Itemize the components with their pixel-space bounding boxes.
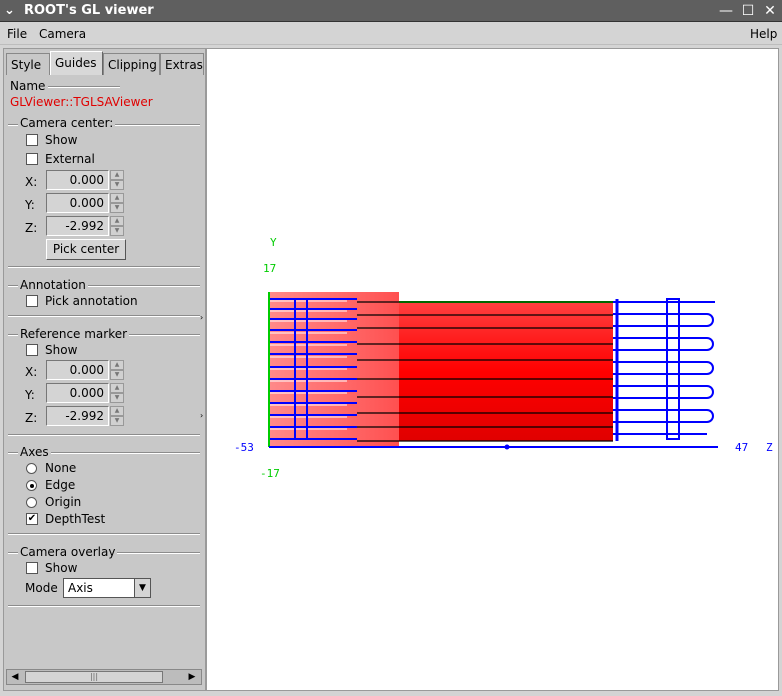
- camera-center-show-checkbox[interactable]: [26, 134, 38, 146]
- splitter-arrow-icon[interactable]: ›: [200, 411, 203, 420]
- reference-marker-show-label: Show: [45, 343, 78, 357]
- depthtest-label: DepthTest: [45, 512, 106, 526]
- camera-center-y-field[interactable]: 0.000: [46, 193, 109, 213]
- tab-style[interactable]: Style: [6, 53, 50, 75]
- annotation-frame-bottom: [8, 315, 200, 317]
- z-max-label: 47: [735, 441, 748, 454]
- panel-horizontal-scrollbar[interactable]: ◀ ||| ▶: [6, 669, 202, 685]
- z-min-label: -53: [234, 441, 254, 454]
- axes-origin-radio[interactable]: [26, 497, 37, 508]
- editor-panel: Style Guides Clipping Extras Name GLView…: [3, 48, 206, 691]
- detector-scene: Y 17 -17 -53 47 Z: [234, 236, 773, 480]
- camera-center-z-field[interactable]: -2.992: [46, 216, 109, 236]
- tab-clipping[interactable]: Clipping: [103, 53, 160, 75]
- red-detector-body: [399, 302, 613, 441]
- y-max-label: 17: [263, 262, 276, 275]
- camera-center-title: Camera center:: [18, 116, 116, 130]
- menu-file[interactable]: File: [7, 27, 27, 41]
- camera-overlay-show-label: Show: [45, 561, 78, 575]
- reference-marker-y-field[interactable]: 0.000: [46, 383, 109, 403]
- y-axis-label: Y: [270, 236, 277, 249]
- camera-center-x-field[interactable]: 0.000: [46, 170, 109, 190]
- name-label: Name: [10, 79, 46, 93]
- menu-bar: File Camera Help: [0, 23, 782, 45]
- tab-extras[interactable]: Extras: [160, 53, 204, 75]
- window-title: ROOT's GL viewer: [24, 3, 154, 18]
- depthtest-checkbox[interactable]: ✔: [26, 513, 38, 525]
- camera-overlay-mode-value: Axis: [68, 581, 93, 595]
- camera-center-z-label: Z:: [25, 221, 38, 235]
- reference-marker-y-label: Y:: [25, 388, 35, 402]
- y-min-label: -17: [260, 467, 280, 480]
- reference-marker-y-spinner[interactable]: ▲ ▼: [110, 383, 124, 403]
- splitter-arrow-icon[interactable]: ›: [200, 313, 203, 322]
- camera-center-x-label: X:: [25, 175, 38, 189]
- camera-center-y-spinner[interactable]: ▲ ▼: [110, 193, 124, 213]
- camera-center-external-label: External: [45, 152, 95, 166]
- camera-center-show-label: Show: [45, 133, 78, 147]
- viewer-name-value: GLViewer::TGLSAViewer: [10, 95, 153, 109]
- title-bar: ⌄ ROOT's GL viewer — ☐ ✕: [0, 0, 782, 22]
- z-axis-label: Z: [766, 441, 773, 454]
- scroll-right-icon[interactable]: ▶: [185, 671, 199, 683]
- reference-marker-x-spinner[interactable]: ▲ ▼: [110, 360, 124, 380]
- minimize-icon[interactable]: —: [716, 1, 736, 21]
- close-icon[interactable]: ✕: [760, 1, 780, 21]
- menu-help[interactable]: Help: [750, 27, 777, 41]
- camera-overlay-mode-label: Mode: [25, 581, 58, 595]
- reference-marker-show-checkbox[interactable]: [26, 344, 38, 356]
- reference-marker-z-label: Z:: [25, 411, 38, 425]
- camera-overlay-title: Camera overlay: [18, 545, 118, 559]
- gl-viewport[interactable]: Y 17 -17 -53 47 Z: [206, 48, 779, 691]
- reference-marker-z-spinner[interactable]: ▲ ▼: [110, 406, 124, 426]
- camera-center-frame-bottom: [8, 266, 200, 268]
- pick-center-button[interactable]: Pick center: [46, 239, 126, 260]
- reference-marker-x-field[interactable]: 0.000: [46, 360, 109, 380]
- axes-edge-radio[interactable]: [26, 480, 37, 491]
- reference-marker-x-label: X:: [25, 365, 38, 379]
- tab-guides[interactable]: Guides: [50, 51, 103, 75]
- axes-none-label: None: [45, 461, 77, 475]
- axes-none-radio[interactable]: [26, 463, 37, 474]
- menu-camera[interactable]: Camera: [39, 27, 86, 41]
- axes-frame-bottom: [8, 533, 200, 535]
- axes-origin-label: Origin: [45, 495, 82, 509]
- window-menu-icon[interactable]: ⌄: [4, 3, 15, 18]
- axes-edge-label: Edge: [45, 478, 76, 492]
- camera-center-y-label: Y:: [25, 198, 35, 212]
- chevron-down-icon[interactable]: ▼: [134, 579, 150, 597]
- camera-center-x-spinner[interactable]: ▲ ▼: [110, 170, 124, 190]
- camera-center-z-spinner[interactable]: ▲ ▼: [110, 216, 124, 236]
- camera-overlay-mode-select[interactable]: Axis ▼: [63, 578, 151, 598]
- scroll-left-icon[interactable]: ◀: [8, 671, 22, 683]
- z-axis-origin-marker: [504, 444, 510, 450]
- reference-marker-frame-bottom: [8, 434, 200, 436]
- reference-marker-title: Reference marker: [18, 327, 130, 341]
- camera-center-external-checkbox[interactable]: [26, 153, 38, 165]
- maximize-icon[interactable]: ☐: [738, 1, 758, 21]
- camera-overlay-show-checkbox[interactable]: [26, 562, 38, 574]
- pick-annotation-checkbox[interactable]: [26, 295, 38, 307]
- camera-overlay-frame-bottom: [8, 605, 200, 607]
- right-coil-block: [666, 298, 680, 440]
- reference-marker-z-field[interactable]: -2.992: [46, 406, 109, 426]
- axes-title: Axes: [18, 445, 51, 459]
- right-coil-lines: [613, 301, 715, 435]
- annotation-title: Annotation: [18, 278, 88, 292]
- name-divider: [48, 86, 120, 88]
- scrollbar-thumb[interactable]: |||: [25, 671, 163, 683]
- pick-annotation-label: Pick annotation: [45, 294, 138, 308]
